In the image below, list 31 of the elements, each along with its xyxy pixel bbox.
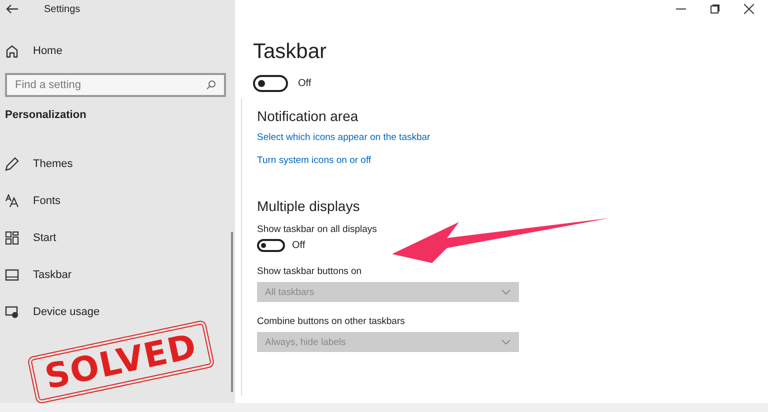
settings-link[interactable]: Select which icons appear on the taskbar (257, 132, 430, 143)
chevron-icon (501, 289, 511, 295)
monitor-icon (5, 304, 19, 318)
search-icon (206, 80, 216, 90)
nav-item[interactable]: Fonts (0, 182, 235, 219)
setting-label: Show taskbar buttons on (257, 266, 362, 277)
section-heading: Multiple displays (257, 198, 361, 214)
nav-item[interactable]: Start (0, 219, 235, 256)
tiles-icon (5, 230, 19, 244)
nav-item[interactable]: Taskbar (0, 256, 235, 293)
toggle-state: Off (292, 240, 306, 251)
page-title: Taskbar (253, 40, 328, 64)
setting-label: Show taskbar on all displays (257, 224, 377, 235)
home-icon (5, 44, 19, 58)
back-icon[interactable] (6, 4, 18, 14)
home-nav-item[interactable]: Home (0, 33, 235, 69)
chevron-icon (501, 339, 511, 345)
search-field[interactable]: Find a setting (5, 73, 226, 97)
fonts-icon (5, 194, 19, 208)
section-heading: Notification area (257, 108, 360, 124)
toggle-switch[interactable] (253, 75, 288, 92)
close-icon[interactable] (744, 4, 754, 14)
toggle-state: Off (298, 78, 312, 89)
window-title: Settings (44, 4, 80, 14)
setting-label: Combine buttons on other taskbars (257, 316, 405, 327)
section-heading: Personalization (4, 108, 88, 123)
settings-link[interactable]: Turn system icons on or off (257, 155, 372, 166)
restore-icon[interactable] (710, 4, 720, 14)
taskbar-icon (5, 268, 19, 282)
nav-item[interactable]: Themes (0, 145, 235, 182)
toggle-switch[interactable] (257, 239, 285, 252)
